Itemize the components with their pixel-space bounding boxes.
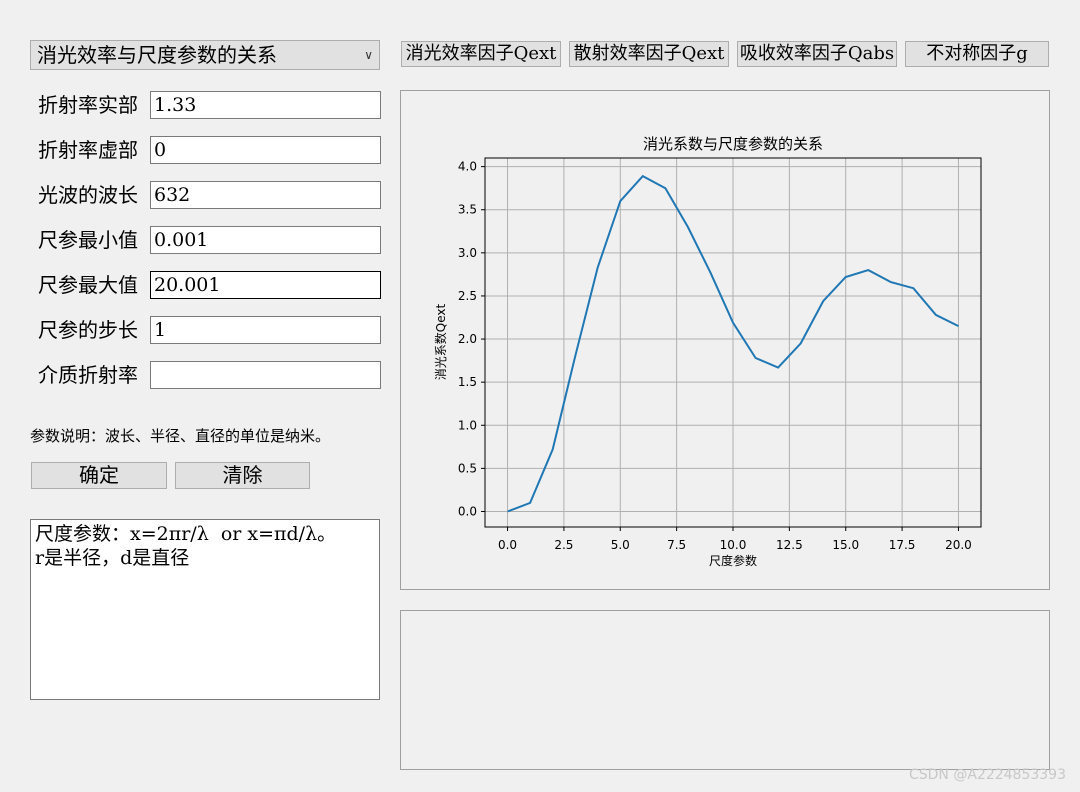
size-max-input[interactable]: 20.001 [150,271,381,299]
y-tick-label: 0.0 [458,504,477,518]
x-tick-label: 12.5 [776,538,803,552]
y-tick-label: 4.0 [458,160,477,174]
x-tick-label: 10.0 [720,538,747,552]
y-tick-label: 3.5 [458,203,477,217]
chart-title: 消光系数与尺度参数的关系 [643,135,823,153]
y-tick-label: 1.5 [458,375,477,389]
wavelength-input[interactable]: 632 [150,181,381,209]
extinction-chart: 0.0 2.5 5.0 7.5 10.0 12.5 15.0 17.5 20.0 0.0 0.5 1.… [433,135,982,568]
x-axis-label: 尺度参数 [709,553,757,568]
wavelength-label: 光波的波长 [38,183,138,207]
output-panel [400,610,1050,770]
qext-button[interactable]: 消光效率因子Qext [401,41,561,67]
y-tick-label: 2.5 [458,289,477,303]
watermark: CSDN @A2224853393 [908,767,1066,783]
chart-panel: 0.0 2.5 5.0 7.5 10.0 12.5 15.0 17.5 20.0 0.0 0.5 1.… [400,90,1050,590]
real-index-label: 折射率实部 [38,93,138,117]
x-tick-label: 20.0 [945,538,972,552]
x-tick-label: 15.0 [832,538,859,552]
mode-select-value: 消光效率与尺度参数的关系 [37,43,277,67]
units-note: 参数说明：波长、半径、直径的单位是纳米。 [30,427,331,445]
real-index-input[interactable]: 1.33 [150,91,381,119]
y-tick-label: 1.0 [458,418,477,432]
x-tick-label: 17.5 [889,538,916,552]
medium-index-label: 介质折射率 [38,363,138,387]
confirm-button[interactable]: 确定 [31,462,167,489]
size-min-label: 尺参最小值 [38,228,138,252]
qabs-button[interactable]: 吸收效率因子Qabs [737,41,897,67]
chart-grid [485,158,981,527]
x-tick-label: 0.0 [498,538,517,552]
x-tick-label: 5.0 [611,538,630,552]
size-max-label: 尺参最大值 [38,273,138,297]
size-min-input[interactable]: 0.001 [150,226,381,254]
size-step-label: 尺参的步长 [38,318,138,342]
info-textarea[interactable]: 尺度参数：x=2πr/λ or x=πd/λ。 r是半径，d是直径 [30,519,380,700]
clear-button[interactable]: 清除 [175,462,310,489]
size-step-input[interactable]: 1 [150,316,381,344]
chevron-down-icon: ∨ [364,48,373,62]
y-tick-label: 0.5 [458,461,477,475]
qsca-button[interactable]: 散射效率因子Qext [569,41,729,67]
imag-index-label: 折射率虚部 [38,138,138,162]
y-tick-label: 2.0 [458,332,477,346]
x-tick-label: 7.5 [667,538,686,552]
asymmetry-g-button[interactable]: 不对称因子g [905,41,1049,67]
medium-index-input[interactable] [150,361,381,389]
x-tick-label: 2.5 [554,538,573,552]
mode-select[interactable]: 消光效率与尺度参数的关系 ∨ [30,40,380,70]
y-axis-label: 消光系数Qext [433,303,448,380]
y-tick-label: 3.0 [458,246,477,260]
imag-index-input[interactable]: 0 [150,136,381,164]
